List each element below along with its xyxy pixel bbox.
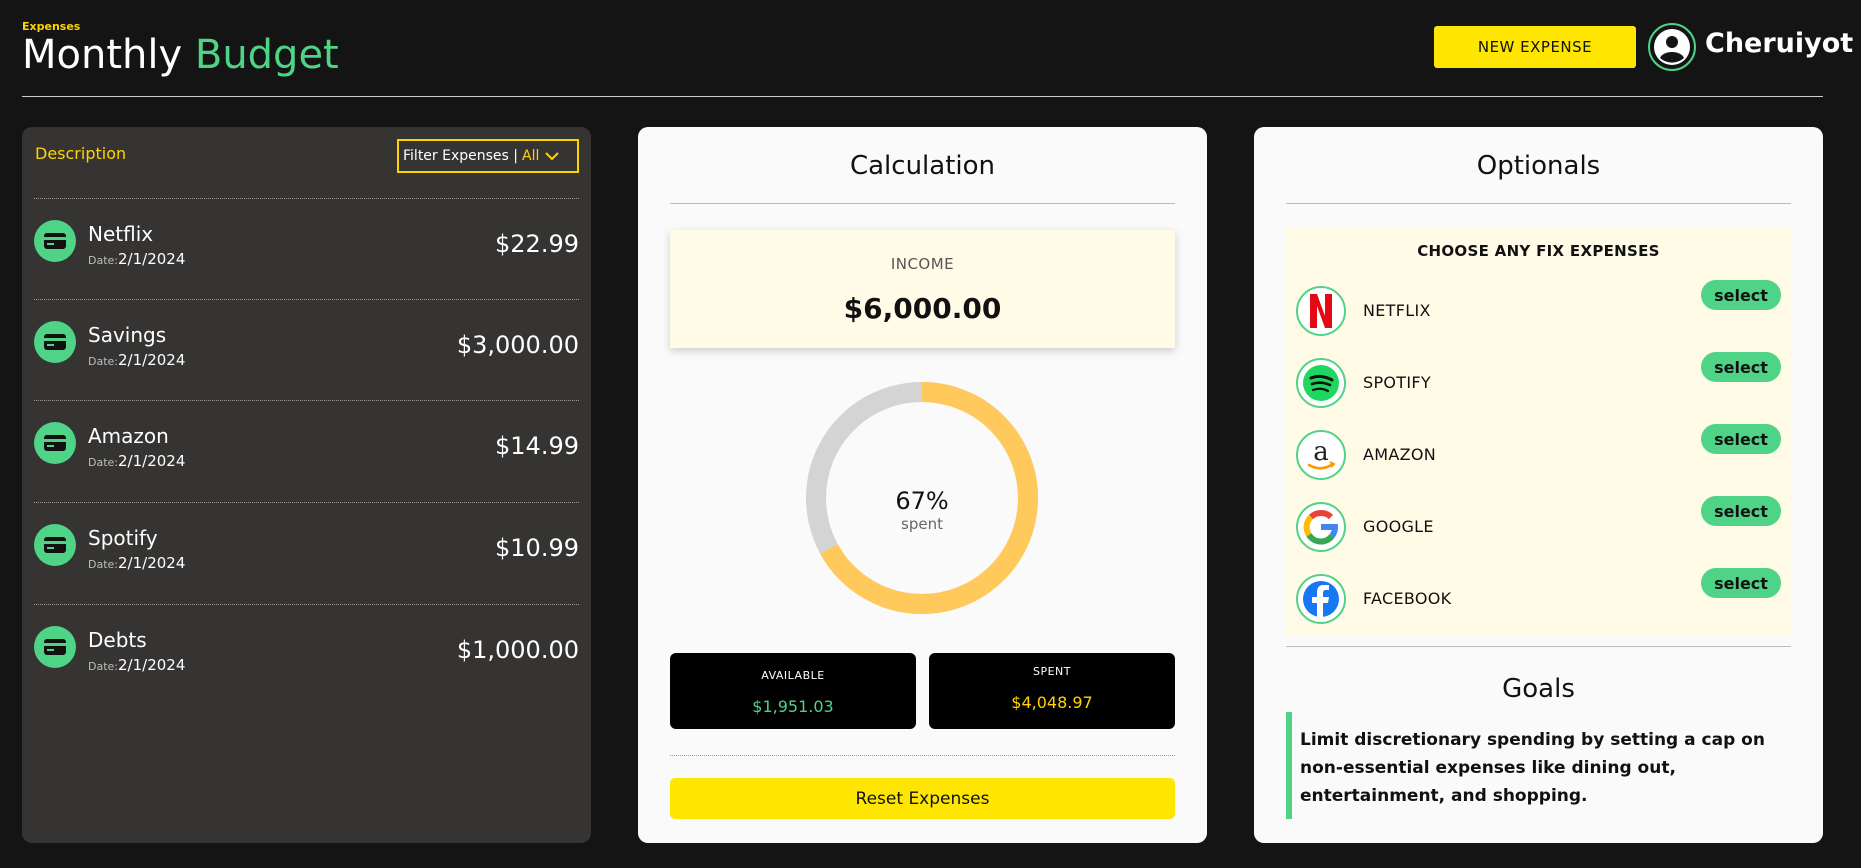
expense-amount: $10.99 [495, 534, 579, 562]
app-header: Expenses Monthly Budget NEW EXPENSE Cher… [22, 18, 1853, 98]
income-card: INCOME $6,000.00 [670, 230, 1175, 348]
new-expense-button[interactable]: NEW EXPENSE [1434, 26, 1636, 68]
expense-date: Date:2/1/2024 [88, 452, 185, 470]
select-button-spotify[interactable]: select [1701, 352, 1781, 382]
optional-item-amazon: a AMAZON select [1296, 424, 1781, 480]
income-label: INCOME [890, 255, 955, 273]
spent-caption: spent [901, 515, 943, 533]
expense-item-netflix[interactable]: Netflix Date:2/1/2024 $22.99 [34, 198, 579, 288]
date-label: Date: [88, 456, 118, 469]
select-button-google[interactable]: select [1701, 496, 1781, 526]
select-button-facebook[interactable]: select [1701, 568, 1781, 598]
avatar[interactable] [1648, 23, 1696, 71]
goals-title: Goals [1502, 674, 1575, 704]
select-button-amazon[interactable]: select [1701, 424, 1781, 454]
fixed-expenses-card: CHOOSE ANY FIX EXPENSES NETFLIX select S… [1286, 228, 1791, 635]
expense-name: Spotify [88, 526, 158, 550]
expense-item-amazon[interactable]: Amazon Date:2/1/2024 $14.99 [34, 400, 579, 490]
available-value: $1,951.03 [752, 697, 834, 716]
credit-card-icon [34, 524, 76, 566]
income-value: $6,000.00 [843, 292, 1002, 325]
optionals-title: Optionals [1476, 151, 1601, 181]
optional-item-google: GOOGLE select [1296, 496, 1781, 552]
expense-item-debts[interactable]: Debts Date:2/1/2024 $1,000.00 [34, 604, 579, 694]
fixed-expenses-heading: CHOOSE ANY FIX EXPENSES [1417, 242, 1660, 260]
expense-amount: $3,000.00 [456, 331, 579, 359]
user-avatar-icon [1654, 29, 1690, 65]
optional-item-spotify: SPOTIFY select [1296, 352, 1781, 408]
credit-card-icon [34, 626, 76, 668]
expense-date: Date:2/1/2024 [88, 554, 185, 572]
page-title: Monthly Budget [22, 32, 339, 78]
expense-amount: $14.99 [495, 432, 579, 460]
date-label: Date: [88, 558, 118, 571]
goal-text: Limit discretionary spending by setting … [1286, 712, 1791, 819]
optional-name: AMAZON [1363, 445, 1437, 464]
expense-date: Date:2/1/2024 [88, 250, 185, 268]
google-logo-icon [1296, 502, 1346, 552]
available-card: AVAILABLE $1,951.03 [670, 653, 916, 729]
date-value: 2/1/2024 [118, 554, 186, 572]
optional-item-netflix: NETFLIX select [1296, 280, 1781, 336]
expense-name: Debts [88, 628, 147, 652]
optional-name: GOOGLE [1363, 517, 1434, 536]
goals-divider [1286, 646, 1791, 647]
facebook-logo-icon [1296, 574, 1346, 624]
filter-value: All [522, 148, 540, 164]
expense-date: Date:2/1/2024 [88, 351, 185, 369]
credit-card-icon [34, 321, 76, 363]
svg-text:a: a [1313, 437, 1329, 467]
date-label: Date: [88, 660, 118, 673]
date-value: 2/1/2024 [118, 656, 186, 674]
optional-name: SPOTIFY [1363, 373, 1431, 392]
credit-card-icon [34, 220, 76, 262]
date-value: 2/1/2024 [118, 452, 186, 470]
header-divider [22, 96, 1823, 97]
optionals-panel: Optionals CHOOSE ANY FIX EXPENSES NETFLI… [1254, 127, 1823, 843]
date-label: Date: [88, 254, 118, 267]
date-value: 2/1/2024 [118, 351, 186, 369]
expenses-panel: Description Filter Expenses | All Netfli… [22, 127, 591, 843]
filter-expenses-dropdown[interactable]: Filter Expenses | All [397, 139, 579, 173]
description-heading: Description [35, 144, 127, 163]
calculation-panel: Calculation INCOME $6,000.00 67% spent A… [638, 127, 1207, 843]
spent-percent: 67% [895, 487, 949, 515]
calculation-divider [670, 203, 1175, 204]
optional-item-facebook: FACEBOOK select [1296, 568, 1781, 624]
optional-name: NETFLIX [1363, 301, 1431, 320]
date-value: 2/1/2024 [118, 250, 186, 268]
spent-card: SPENT $4,048.97 [929, 653, 1175, 729]
calculation-bottom-divider [670, 755, 1175, 756]
username: Cheruiyot [1705, 28, 1854, 59]
netflix-logo-icon [1296, 286, 1346, 336]
date-label: Date: [88, 355, 118, 368]
calculation-title: Calculation [849, 151, 996, 181]
available-label: AVAILABLE [761, 669, 825, 682]
expense-item-savings[interactable]: Savings Date:2/1/2024 $3,000.00 [34, 299, 579, 389]
filter-label: Filter Expenses | [403, 148, 518, 164]
expense-name: Amazon [88, 424, 169, 448]
page-title-word-2: Budget [194, 32, 339, 78]
chevron-down-icon [545, 152, 560, 161]
optionals-divider [1286, 203, 1791, 204]
expense-amount: $1,000.00 [456, 636, 579, 664]
expense-amount: $22.99 [495, 230, 579, 258]
credit-card-icon [34, 422, 76, 464]
expense-name: Netflix [88, 222, 154, 246]
select-button-netflix[interactable]: select [1701, 280, 1781, 310]
expense-name: Savings [88, 323, 167, 347]
spent-value: $4,048.97 [1011, 693, 1093, 712]
spotify-logo-icon [1296, 358, 1346, 408]
page-title-word-1: Monthly [22, 32, 183, 78]
expense-date: Date:2/1/2024 [88, 656, 185, 674]
reset-expenses-button[interactable]: Reset Expenses [670, 778, 1175, 819]
spent-label: SPENT [1032, 665, 1071, 678]
optional-name: FACEBOOK [1363, 589, 1452, 608]
amazon-logo-icon: a [1296, 430, 1346, 480]
expense-item-spotify[interactable]: Spotify Date:2/1/2024 $10.99 [34, 502, 579, 592]
